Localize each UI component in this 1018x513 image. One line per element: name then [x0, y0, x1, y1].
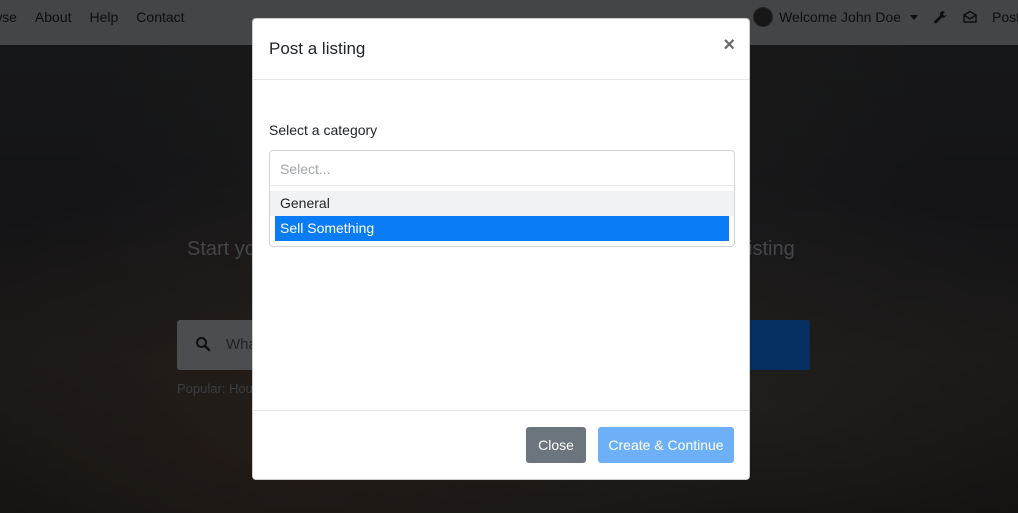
category-select[interactable]: Select... General Sell Something	[269, 150, 735, 247]
modal-header: Post a listing ×	[253, 19, 749, 80]
category-option-sell-something[interactable]: Sell Something	[275, 216, 729, 241]
category-search-input[interactable]: Select...	[270, 151, 734, 186]
category-option-general[interactable]: General	[270, 191, 734, 216]
modal-footer: Close Create & Continue	[253, 410, 749, 479]
post-listing-modal: Post a listing × Select a category Selec…	[252, 18, 750, 480]
category-label: Select a category	[269, 122, 378, 138]
create-continue-button[interactable]: Create & Continue	[598, 427, 734, 463]
close-button[interactable]: Close	[526, 427, 586, 463]
modal-body: Select a category Select... General Sell…	[253, 80, 749, 412]
close-icon[interactable]: ×	[723, 35, 735, 55]
modal-title: Post a listing	[269, 39, 366, 58]
